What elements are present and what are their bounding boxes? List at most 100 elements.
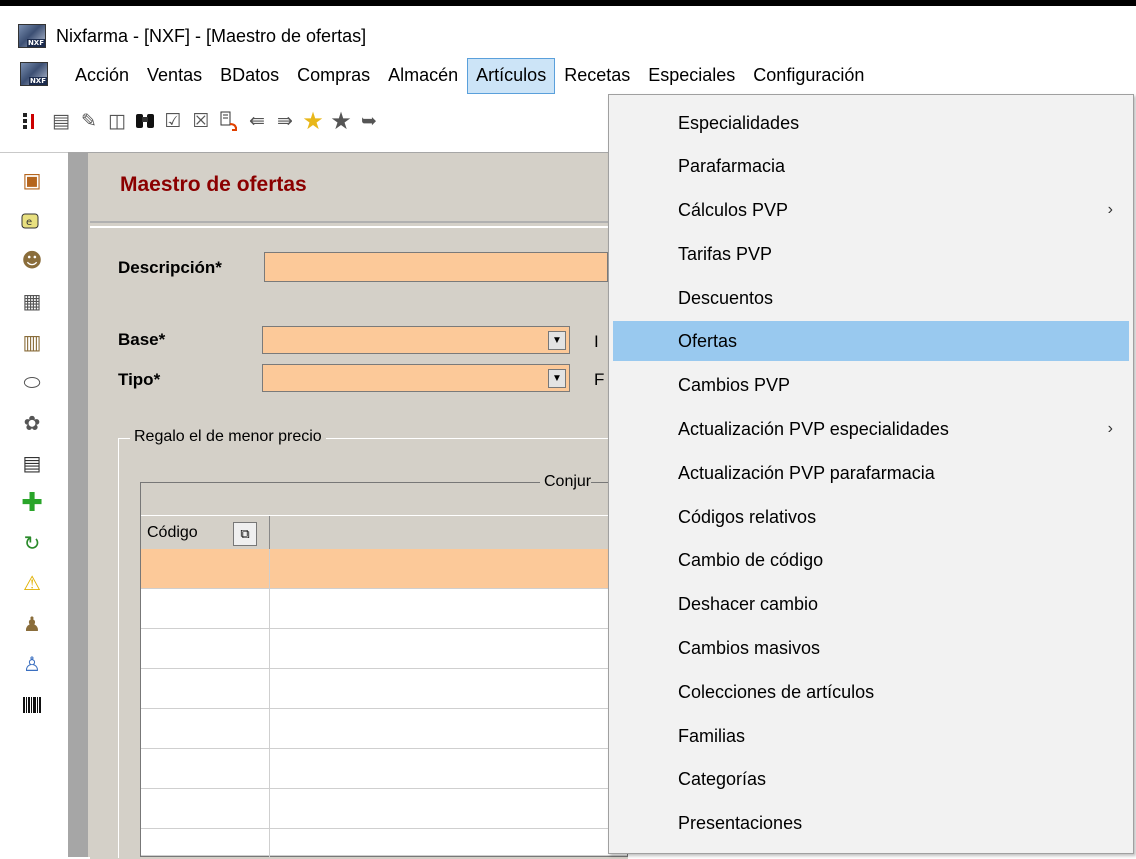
menu-item-label: Códigos relativos bbox=[678, 507, 817, 527]
group-icon[interactable]: ✿ bbox=[20, 411, 44, 435]
form-title: Maestro de ofertas bbox=[120, 173, 307, 196]
checklist-icon[interactable]: ☑ bbox=[162, 110, 184, 132]
menu-item-label: Tarifas PVP bbox=[678, 244, 773, 264]
menu-item-label: Actualización PVP parafarmacia bbox=[678, 463, 935, 483]
menu-item-presentaciones[interactable]: Presentaciones bbox=[613, 803, 1129, 843]
cart-icon[interactable]: ▦ bbox=[20, 289, 44, 313]
menu-item-categorias[interactable]: Categorías bbox=[613, 759, 1129, 799]
factory-icon[interactable]: ▥ bbox=[20, 330, 44, 354]
window-title: Nixfarma - [NXF] - [Maestro de ofertas] bbox=[56, 26, 367, 46]
table-row[interactable] bbox=[141, 789, 627, 829]
nxf-app-icon bbox=[18, 24, 46, 48]
menu-item-actualizacion-pvp-especialidades[interactable]: Actualización PVP especialidades › bbox=[613, 409, 1129, 449]
users-icon[interactable]: ♟ bbox=[20, 612, 44, 636]
table-row[interactable] bbox=[141, 549, 627, 589]
team-icon[interactable]: ♙ bbox=[20, 652, 44, 676]
pill-icon[interactable]: ⬭ bbox=[20, 370, 44, 394]
barcode-icon[interactable] bbox=[20, 693, 44, 717]
menu-item-calculos-pvp[interactable]: Cálculos PVP › bbox=[613, 190, 1129, 230]
menu-bdatos[interactable]: BDatos bbox=[211, 58, 288, 94]
tipo-select[interactable] bbox=[262, 364, 570, 392]
menu-item-label: Familias bbox=[678, 726, 746, 746]
menu-item-label: Cálculos PVP bbox=[678, 200, 789, 220]
printer-icon[interactable]: ▤ bbox=[20, 451, 44, 475]
list-icon[interactable] bbox=[20, 110, 42, 132]
descripcion-label: Descripción* bbox=[118, 258, 222, 277]
table-row[interactable] bbox=[141, 669, 627, 709]
table-row[interactable] bbox=[141, 589, 627, 629]
regalo-group-label: Regalo el de menor precio bbox=[130, 428, 326, 446]
table-row[interactable] bbox=[141, 749, 627, 789]
menu-item-descuentos[interactable]: Descuentos bbox=[613, 278, 1129, 318]
descripcion-input[interactable] bbox=[264, 252, 608, 282]
menu-recetas[interactable]: Recetas bbox=[555, 58, 639, 94]
grid-header: Código ⧉ bbox=[141, 515, 627, 551]
toolbar: ▤ ✎ ◫ ☑ ☒ ⇚ ⇛ ★ ★ ➥ bbox=[0, 94, 620, 153]
star-icon[interactable]: ★ bbox=[302, 109, 324, 133]
export-icon[interactable]: ⇛ bbox=[274, 110, 296, 132]
menu-ventas[interactable]: Ventas bbox=[138, 58, 211, 94]
box-icon[interactable]: ▣ bbox=[20, 168, 44, 192]
nxf-menu-icon[interactable] bbox=[20, 62, 48, 86]
star-dark-icon[interactable]: ★ bbox=[330, 109, 352, 133]
menu-articulos[interactable]: Artículos bbox=[467, 58, 556, 94]
lookup-icon[interactable]: ⧉ bbox=[233, 522, 257, 546]
user-icon[interactable]: ☻ bbox=[20, 248, 44, 272]
left-toolbar: ▣ e ☻ ▦ ▥ ⬭ ✿ ▤ ✚ ↻ ⚠ ♟ ♙ bbox=[0, 154, 64, 857]
menu-item-actualizacion-pvp-parafarmacia[interactable]: Actualización PVP parafarmacia bbox=[613, 453, 1129, 493]
menu-item-parafarmacia[interactable]: Parafarmacia bbox=[613, 146, 1129, 186]
menu-item-familias[interactable]: Familias bbox=[613, 716, 1129, 756]
table-row[interactable] bbox=[141, 709, 627, 749]
warning-icon[interactable]: ⚠ bbox=[20, 571, 44, 595]
column-header-codigo[interactable]: Código bbox=[147, 524, 198, 542]
menu-item-ofertas[interactable]: Ofertas bbox=[613, 321, 1129, 361]
base-dropdown-button[interactable]: ▼ bbox=[548, 331, 566, 350]
menu-bar: Acción Ventas BDatos Compras Almacén Art… bbox=[0, 58, 1136, 94]
menu-item-label: Presentaciones bbox=[678, 813, 803, 833]
submenu-arrow-icon: › bbox=[1107, 420, 1113, 437]
cancel-icon[interactable]: ☒ bbox=[190, 110, 212, 132]
menu-accion[interactable]: Acción bbox=[66, 58, 138, 94]
tipo-right-label: F bbox=[594, 370, 605, 389]
menu-configuracion[interactable]: Configuración bbox=[744, 58, 873, 94]
conjunto-label: Conjur bbox=[540, 473, 592, 491]
refresh-icon[interactable]: ◫ bbox=[106, 110, 128, 132]
binoculars-icon[interactable] bbox=[134, 110, 156, 132]
menu-almacen[interactable]: Almacén bbox=[379, 58, 467, 94]
menu-item-especialidades[interactable]: Especialidades bbox=[613, 103, 1129, 143]
menu-item-label: Cambio de código bbox=[678, 550, 824, 570]
submenu-arrow-icon: › bbox=[1107, 201, 1113, 218]
menu-item-cambio-de-codigo[interactable]: Cambio de código bbox=[613, 540, 1129, 580]
sync-icon[interactable]: ↻ bbox=[20, 531, 44, 555]
menu-item-label: Ofertas bbox=[678, 331, 738, 351]
edit-icon[interactable]: ✎ bbox=[78, 110, 100, 132]
menu-item-cambios-masivos[interactable]: Cambios masivos bbox=[613, 628, 1129, 668]
menu-item-label: Especialidades bbox=[678, 113, 800, 133]
undo-icon[interactable] bbox=[218, 110, 240, 132]
plus-icon[interactable]: ✚ bbox=[20, 490, 44, 516]
menu-item-tarifas-pvp[interactable]: Tarifas PVP bbox=[613, 234, 1129, 274]
menu-item-cambios-pvp[interactable]: Cambios PVP bbox=[613, 365, 1129, 405]
menu-item-label: Categorías bbox=[678, 769, 767, 789]
title-bar: Nixfarma - [NXF] - [Maestro de ofertas] bbox=[0, 6, 1136, 60]
menu-item-codigos-relativos[interactable]: Códigos relativos bbox=[613, 497, 1129, 537]
price-tag-icon[interactable]: e bbox=[20, 209, 44, 233]
menu-item-colecciones-de-articulos[interactable]: Colecciones de artículos bbox=[613, 672, 1129, 712]
base-label: Base* bbox=[118, 330, 166, 349]
menu-item-label: Deshacer cambio bbox=[678, 594, 819, 614]
tipo-label: Tipo* bbox=[118, 370, 161, 389]
menu-item-label: Cambios masivos bbox=[678, 638, 821, 658]
document-icon[interactable]: ▤ bbox=[50, 110, 72, 132]
base-select[interactable] bbox=[262, 326, 570, 354]
exit-icon[interactable]: ➥ bbox=[358, 110, 380, 132]
menu-item-label: Colecciones de artículos bbox=[678, 682, 875, 702]
menu-item-deshacer-cambio[interactable]: Deshacer cambio bbox=[613, 584, 1129, 624]
import-icon[interactable]: ⇚ bbox=[246, 110, 268, 132]
column-separator bbox=[269, 516, 270, 550]
table-row[interactable] bbox=[141, 829, 627, 856]
menu-especiales[interactable]: Especiales bbox=[639, 58, 744, 94]
menu-compras[interactable]: Compras bbox=[288, 58, 379, 94]
table-row[interactable] bbox=[141, 629, 627, 669]
grid-column-line bbox=[269, 549, 270, 858]
tipo-dropdown-button[interactable]: ▼ bbox=[548, 369, 566, 388]
